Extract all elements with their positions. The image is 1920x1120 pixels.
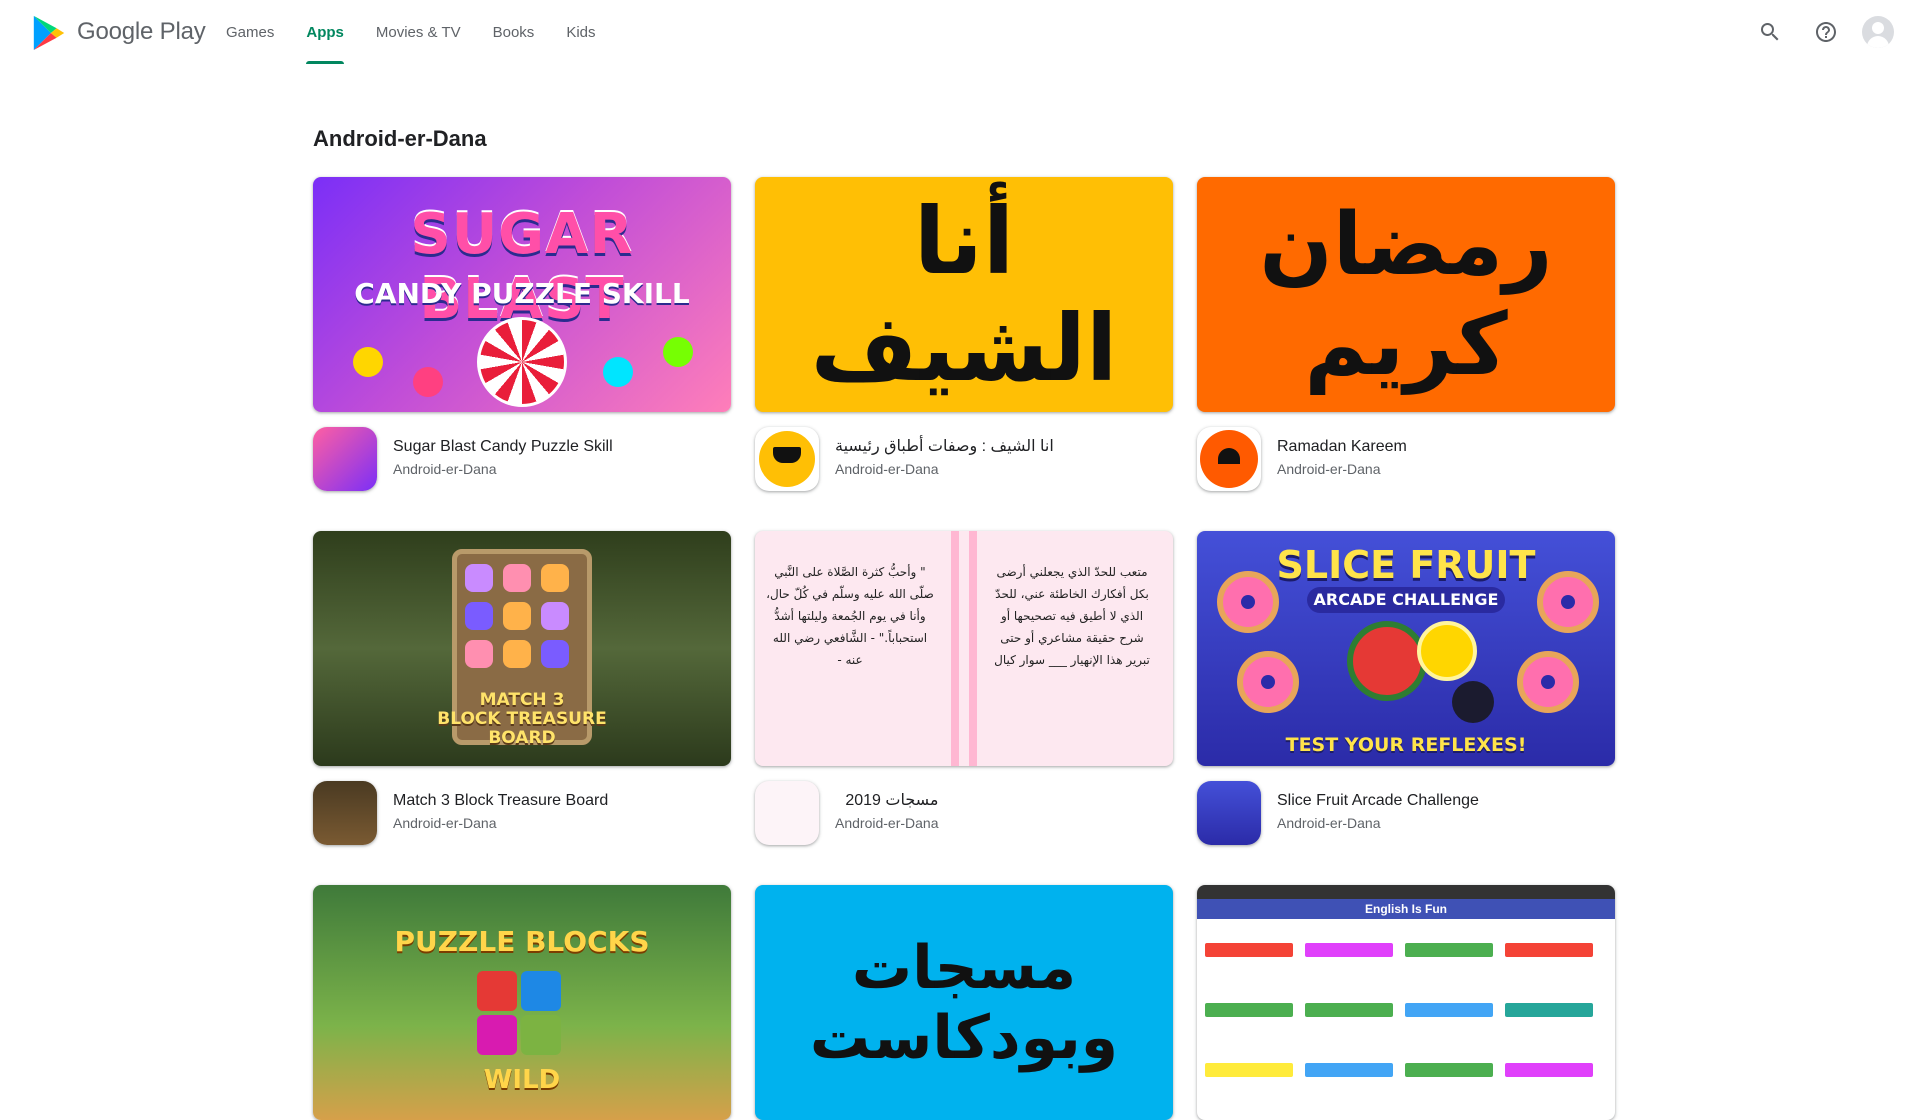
app-name: Slice Fruit Arcade Challenge	[1277, 792, 1479, 809]
app-card-chef[interactable]: أنا الشيف انا الشيف : وصفات أطباق رئيسية…	[755, 177, 1173, 493]
app-banner[interactable]: MATCH 3 BLOCK TREASURE BOARD	[313, 531, 731, 766]
top-app-bar: Google Play Games Apps Movies & TV Books…	[0, 0, 1920, 64]
banner-tagline: TEST YOUR REFLEXES!	[1285, 734, 1527, 756]
banner-title-line2: BLOCK TREASURE BOARD	[437, 709, 607, 748]
block-graphic	[521, 1015, 561, 1055]
donut-graphic	[1237, 651, 1299, 713]
help-button[interactable]	[1806, 12, 1846, 52]
developer-name: Android-er-Dana	[835, 461, 939, 477]
app-banner[interactable]: رمضان كريم	[1197, 177, 1615, 412]
app-icon[interactable]	[755, 427, 819, 491]
app-card-ramadan[interactable]: رمضان كريم Ramadan Kareem Android-er-Dan…	[1197, 177, 1615, 493]
nav-games[interactable]: Games	[210, 0, 290, 64]
app-name: Match 3 Block Treasure Board	[393, 792, 609, 809]
search-button[interactable]	[1750, 12, 1790, 52]
quote-text: متعب للحدّ الذي يجعلني أرضى بكل أفكارك ا…	[994, 565, 1150, 667]
donut-graphic	[1517, 651, 1579, 713]
page-title: Android-er-Dana	[313, 126, 487, 151]
app-icon[interactable]	[313, 427, 377, 491]
play-logo-icon	[33, 15, 65, 51]
banner-subtitle: WILD	[483, 1065, 561, 1095]
search-icon	[1761, 23, 1779, 41]
quote-text: " وأحبُّ كثرة الصَّلاة على النَّبي صلّى …	[766, 565, 934, 667]
app-card-messages-2019[interactable]: " وأحبُّ كثرة الصَّلاة على النَّبي صلّى …	[755, 531, 1173, 847]
banner-title: PUZZLE BLOCKS	[394, 925, 650, 958]
banner-title: English Is Fun	[1197, 899, 1615, 919]
bomb-graphic	[1452, 681, 1494, 723]
nav-movies-tv[interactable]: Movies & TV	[360, 0, 477, 64]
block-graphic	[521, 971, 561, 1011]
banner-title: SLICE FRUIT	[1276, 543, 1536, 587]
chef-pot-icon	[759, 431, 815, 487]
banner-subtitle: CANDY PUZZLE SKILL	[354, 277, 690, 310]
app-grid: SUGAR BLAST CANDY PUZZLE SKILL Sugar Bla…	[313, 177, 1617, 1120]
app-banner[interactable]: SUGAR BLAST CANDY PUZZLE SKILL	[313, 177, 731, 412]
lemon-graphic	[1417, 621, 1477, 681]
nav-kids[interactable]: Kids	[550, 0, 611, 64]
banner-title: رمضان كريم	[1259, 194, 1553, 395]
app-card-puzzle-blocks[interactable]: PUZZLE BLOCKS WILD	[313, 885, 731, 1120]
lollipop-graphic	[477, 317, 567, 407]
app-banner[interactable]: SLICE FRUIT ARCADE CHALLENGE TEST YOUR R…	[1197, 531, 1615, 766]
app-card-match3[interactable]: MATCH 3 BLOCK TREASURE BOARD Match 3 Blo…	[313, 531, 731, 847]
app-name: Sugar Blast Candy Puzzle Skill	[393, 438, 613, 455]
banner-title: MATCH 3 BLOCK TREASURE BOARD	[413, 691, 631, 748]
banner-title: أنا الشيف	[810, 187, 1118, 402]
candy-graphic	[603, 357, 633, 387]
candy-graphic	[413, 367, 443, 397]
block-graphic	[477, 971, 517, 1011]
developer-name: Android-er-Dana	[1277, 461, 1381, 477]
nav-apps[interactable]: Apps	[290, 0, 360, 64]
developer-name: Android-er-Dana	[835, 815, 939, 831]
app-banner[interactable]: أنا الشيف	[755, 177, 1173, 412]
app-icon[interactable]	[1197, 781, 1261, 845]
candy-graphic	[663, 337, 693, 367]
app-icon[interactable]	[1197, 427, 1261, 491]
app-banner[interactable]: English Is Fun	[1197, 885, 1615, 1120]
candy-graphic	[353, 347, 383, 377]
google-play-logo[interactable]: Google Play	[30, 12, 206, 52]
app-banner[interactable]: PUZZLE BLOCKS WILD	[313, 885, 731, 1120]
account-avatar[interactable]	[1862, 16, 1894, 48]
nav-books[interactable]: Books	[477, 0, 551, 64]
app-card-podcast[interactable]: مسجات وبودكاست	[755, 885, 1173, 1120]
app-icon[interactable]	[313, 781, 377, 845]
header-actions	[1750, 12, 1894, 52]
app-card-slice-fruit[interactable]: SLICE FRUIT ARCADE CHALLENGE TEST YOUR R…	[1197, 531, 1615, 847]
block-graphic	[477, 1015, 517, 1055]
developer-name: Android-er-Dana	[1277, 815, 1381, 831]
banner-title: SUGAR BLAST	[410, 202, 634, 332]
app-icon[interactable]	[755, 781, 819, 845]
developer-name: Android-er-Dana	[393, 461, 497, 477]
app-name: Ramadan Kareem	[1277, 438, 1407, 455]
banner-title: مسجات وبودكاست	[809, 932, 1119, 1073]
main-nav: Games Apps Movies & TV Books Kids	[210, 0, 612, 64]
help-icon	[1816, 22, 1836, 42]
app-name: مسجات 2019	[845, 792, 939, 809]
divider	[951, 531, 959, 766]
banner-title-line1: MATCH 3	[479, 690, 565, 710]
watermelon-graphic	[1347, 621, 1427, 701]
app-banner[interactable]: مسجات وبودكاست	[755, 885, 1173, 1120]
app-card-sugar-blast[interactable]: SUGAR BLAST CANDY PUZZLE SKILL Sugar Bla…	[313, 177, 731, 493]
app-banner[interactable]: " وأحبُّ كثرة الصَّلاة على النَّبي صلّى …	[755, 531, 1173, 766]
status-bar	[1197, 885, 1615, 899]
app-name: انا الشيف : وصفات أطباق رئيسية	[835, 438, 1054, 455]
mosque-icon	[1200, 430, 1258, 488]
app-card-english-fun[interactable]: English Is Fun	[1197, 885, 1615, 1120]
logo-text: Google Play	[77, 18, 206, 45]
banner-subtitle: ARCADE CHALLENGE	[1307, 587, 1505, 613]
developer-name: Android-er-Dana	[393, 815, 497, 831]
divider	[969, 531, 977, 766]
